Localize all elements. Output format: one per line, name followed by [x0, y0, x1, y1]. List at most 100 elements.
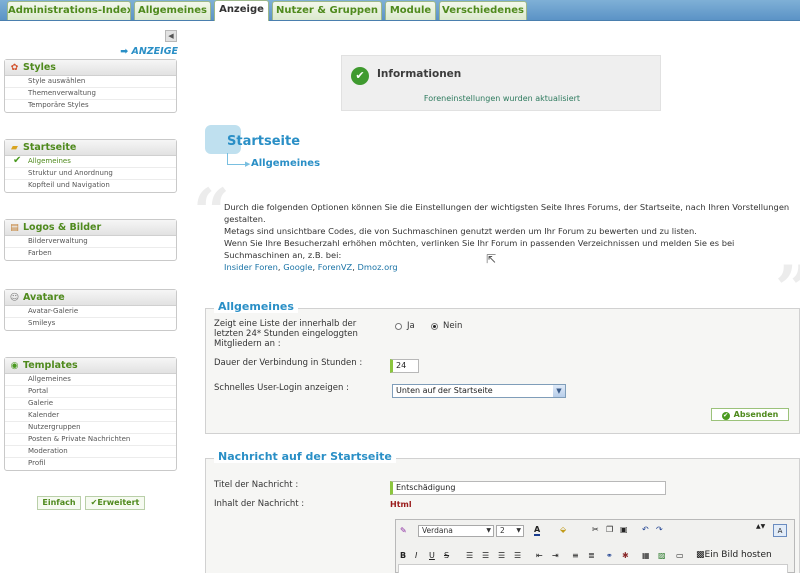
sidebar-group-startseite: ▰ Startseite ✔ Allgemeines Struktur und An… — [4, 139, 177, 193]
ordered-list-icon[interactable]: ≡ — [572, 549, 579, 562]
page-title: Startseite — [227, 134, 301, 149]
radio-yes-label: Ja — [407, 321, 415, 331]
sidebar-item-farben[interactable]: Farben — [5, 248, 176, 260]
sidebar-item-smileys[interactable]: Smileys — [5, 318, 176, 330]
mode-advanced-button[interactable]: ✔Erweitert — [85, 496, 145, 510]
tab-verschiedenes[interactable]: Verschiedenes — [439, 1, 527, 20]
unlink-icon[interactable]: ✱ — [622, 549, 629, 562]
bold-icon[interactable]: B — [400, 549, 406, 562]
chevron-down-icon: ▼ — [486, 527, 491, 534]
sidebar-group-title: Styles — [23, 62, 56, 73]
tab-administrations-index[interactable]: Administrations-Index — [7, 1, 131, 20]
size-value: 2 — [500, 526, 505, 535]
description-line: Durch die folgenden Optionen können Sie … — [224, 202, 790, 225]
link-insider-foren[interactable]: Insider Foren — [224, 262, 278, 272]
redo-icon[interactable]: ↷ — [656, 523, 663, 536]
italic-icon[interactable]: I — [415, 549, 417, 562]
sidebar-item-kopfteil[interactable]: Kopfteil und Navigation — [5, 180, 176, 192]
sidebar-group-header[interactable]: ◉ Templates — [5, 358, 176, 374]
quick-login-select[interactable]: Unten auf der Startseite ▼ — [392, 384, 566, 398]
font-value: Verdana — [422, 526, 453, 535]
templates-icon: ◉ — [10, 361, 19, 371]
message-title-input[interactable]: Entschädigung — [390, 481, 666, 495]
html-mode-icon[interactable]: Html — [390, 500, 412, 509]
highlight-color-icon[interactable]: ⬙ — [560, 523, 566, 536]
duration-input[interactable]: 24 — [390, 359, 419, 373]
sidebar-item-tpl-profil[interactable]: Profil — [5, 458, 176, 470]
upload-label: Ein Bild hosten — [704, 550, 772, 560]
outdent-icon[interactable]: ⇤ — [536, 549, 543, 562]
source-mode-icon[interactable]: A — [773, 524, 787, 537]
align-left-icon[interactable]: ☰ — [466, 549, 473, 562]
tab-anzeige[interactable]: Anzeige — [214, 0, 269, 21]
link-google[interactable]: Google — [283, 262, 312, 272]
general-settings-panel: Allgemeines Zeigt eine Liste der innerha… — [205, 300, 800, 434]
sidebar-group-templates: ◉ Templates Allgemeines Portal Galerie Ka… — [4, 357, 177, 471]
link-icon[interactable]: ⚭ — [606, 549, 613, 562]
undo-icon[interactable]: ↶ — [642, 523, 649, 536]
chevron-down-icon: ▼ — [516, 527, 521, 534]
tab-module[interactable]: Module — [385, 1, 436, 20]
sidebar-item-tpl-galerie[interactable]: Galerie — [5, 398, 176, 410]
folder-icon: ▰ — [11, 143, 18, 153]
sidebar-item-tpl-moderation[interactable]: Moderation — [5, 446, 176, 458]
page-description: Durch die folgenden Optionen können Sie … — [224, 201, 798, 274]
message-content-label: Inhalt der Nachricht : — [214, 499, 305, 509]
image-upload-button[interactable]: ▩Ein Bild hosten — [696, 549, 772, 562]
sidebar-item-struktur[interactable]: Struktur und Anordnung — [5, 168, 176, 180]
text-color-icon[interactable]: A — [534, 523, 541, 536]
sidebar-item-tpl-allgemeines[interactable]: Allgemeines — [5, 374, 176, 386]
sidebar-group-header[interactable]: ▤ Logos & Bilder — [5, 220, 176, 236]
editor-text-area[interactable] — [398, 564, 788, 573]
tab-allgemeines[interactable]: Allgemeines — [134, 1, 211, 20]
description-line: Metags sind unsichtbare Codes, die von S… — [224, 226, 697, 237]
submit-button[interactable]: ✔ Absenden — [711, 408, 789, 421]
font-select[interactable]: Verdana ▼ — [418, 525, 494, 537]
indent-icon[interactable]: ⇥ — [552, 549, 559, 562]
unordered-list-icon[interactable]: ≣ — [588, 549, 595, 562]
info-title: Informationen — [377, 68, 462, 80]
sidebar-item-avatar-galerie[interactable]: Avatar-Galerie — [5, 306, 176, 318]
sidebar-group-header[interactable]: ✿ Styles — [5, 60, 176, 76]
sidebar-item-style-auswaehlen[interactable]: Style auswählen — [5, 76, 176, 88]
align-center-icon[interactable]: ☰ — [482, 549, 489, 562]
sidebar-group-title: Templates — [23, 360, 78, 371]
radio-no[interactable] — [431, 323, 438, 330]
image-icon[interactable]: ▨ — [658, 549, 666, 562]
main-content: ✔ Informationen Foreneinstellungen wurde… — [185, 21, 800, 573]
sidebar-item-tpl-portal[interactable]: Portal — [5, 386, 176, 398]
radio-yes[interactable] — [395, 323, 402, 330]
link-dmoz[interactable]: Dmoz.org — [358, 262, 398, 272]
sidebar-item-themenverwaltung[interactable]: Themenverwaltung — [5, 88, 176, 100]
mode-simple-button[interactable]: Einfach — [37, 496, 81, 510]
sidebar-item-temporaere-styles[interactable]: Temporäre Styles — [5, 100, 176, 112]
description-line: Wenn Sie Ihre Besucherzahl erhöhen möcht… — [224, 238, 735, 261]
fullscreen-icon[interactable]: ▭ — [676, 549, 684, 562]
paste-icon[interactable]: ▣ — [620, 523, 628, 536]
resize-icon[interactable]: ▲▼ — [756, 520, 765, 533]
cut-icon[interactable]: ✂ — [592, 523, 599, 536]
sidebar-group-title: Logos & Bilder — [23, 222, 102, 233]
radio-no-label: Nein — [443, 321, 463, 331]
size-select[interactable]: 2 ▼ — [496, 525, 524, 537]
underline-icon[interactable]: U — [429, 549, 435, 562]
align-justify-icon[interactable]: ☰ — [514, 549, 521, 562]
link-forenvz[interactable]: ForenVZ — [318, 262, 353, 272]
sidebar-item-tpl-posten[interactable]: Posten & Private Nachrichten — [5, 434, 176, 446]
sidebar-item-bilderverwaltung[interactable]: Bilderverwaltung — [5, 236, 176, 248]
duration-label: Dauer der Verbindung in Stunden : — [214, 358, 363, 368]
strikethrough-icon[interactable]: S — [444, 549, 449, 562]
sidebar-group-header[interactable]: ☺ Avatare — [5, 290, 176, 306]
quick-login-value: Unten auf der Startseite — [396, 386, 493, 395]
collapse-sidebar-button[interactable]: ◀ — [165, 30, 177, 42]
sidebar-item-tpl-kalender[interactable]: Kalender — [5, 410, 176, 422]
sidebar-item-tpl-nutzergruppen[interactable]: Nutzergruppen — [5, 422, 176, 434]
align-right-icon[interactable]: ☰ — [498, 549, 505, 562]
tab-nutzer-gruppen[interactable]: Nutzer & Gruppen — [272, 1, 382, 20]
sidebar-item-allgemeines[interactable]: ✔ Allgemeines — [5, 155, 176, 168]
table-icon[interactable]: ▦ — [642, 549, 650, 562]
copy-icon[interactable]: ❐ — [606, 523, 613, 536]
sidebar-group-header[interactable]: ▰ Startseite — [5, 140, 176, 156]
format-eraser-icon[interactable]: ✎ — [400, 524, 407, 537]
palette-icon: ✿ — [10, 63, 19, 73]
